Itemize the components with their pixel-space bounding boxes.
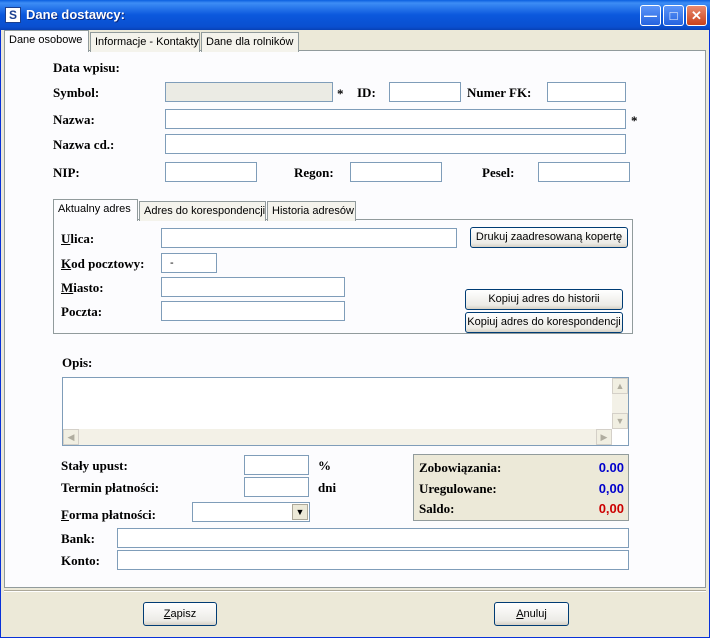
regon-input[interactable] xyxy=(350,162,442,182)
numer-fk-input[interactable] xyxy=(547,82,626,102)
kod-pocztowy-label: Kod pocztowy: xyxy=(61,256,145,271)
ulica-input[interactable] xyxy=(161,228,457,248)
scroll-down-icon[interactable]: ▼ xyxy=(612,413,628,429)
copy-to-correspondence-button[interactable]: Kopiuj adres do korespondencji xyxy=(465,312,623,333)
scroll-left-icon[interactable]: ◀ xyxy=(63,429,79,445)
save-button[interactable]: Zapisz xyxy=(143,602,217,626)
tab-aktualny-adres[interactable]: Aktualny adres xyxy=(53,199,138,221)
minimize-button[interactable]: — xyxy=(640,5,661,26)
close-icon: ✕ xyxy=(691,8,702,23)
bank-input[interactable] xyxy=(117,528,629,548)
app-icon: S xyxy=(5,7,21,23)
data-wpisu-label: Data wpisu: xyxy=(53,60,120,75)
opis-label: Opis: xyxy=(62,355,93,370)
maximize-icon: □ xyxy=(669,8,678,23)
kod-pocztowy-input[interactable]: - xyxy=(161,253,217,273)
konto-input[interactable] xyxy=(117,550,629,570)
termin-unit: dni xyxy=(318,480,337,495)
upust-unit: % xyxy=(318,458,331,473)
dropdown-arrow-icon[interactable]: ▼ xyxy=(292,504,308,520)
bottom-separator xyxy=(4,590,706,592)
nip-label: NIP: xyxy=(53,165,80,180)
id-label: ID: xyxy=(357,85,376,100)
konto-label: Konto: xyxy=(61,553,100,568)
pesel-input[interactable] xyxy=(538,162,630,182)
id-input[interactable] xyxy=(389,82,461,102)
uregulowane-label: Uregulowane: xyxy=(419,481,497,496)
zobowiazania-label: Zobowiązania: xyxy=(419,460,502,475)
copy-to-history-button[interactable]: Kopiuj adres do historii xyxy=(465,289,623,310)
staly-upust-label: Stały upust: xyxy=(61,458,128,473)
symbol-input[interactable] xyxy=(165,82,333,102)
miasto-input[interactable] xyxy=(161,277,345,297)
termin-platnosci-input[interactable] xyxy=(244,477,309,497)
staly-upust-input[interactable] xyxy=(244,455,309,475)
zobowiazania-value: 0.00 xyxy=(598,460,624,475)
miasto-label: Miasto: xyxy=(61,280,104,295)
close-button[interactable]: ✕ xyxy=(686,5,707,26)
cancel-button[interactable]: Anuluj xyxy=(494,602,569,626)
opis-horizontal-scrollbar[interactable] xyxy=(63,429,612,445)
forma-platnosci-label: Forma płatności: xyxy=(61,507,156,522)
tab-adres-do-korespondencji[interactable]: Adres do korespondencji xyxy=(139,201,266,221)
ulica-label: Ulica: xyxy=(61,231,95,246)
symbol-required-mark: * xyxy=(337,86,344,101)
symbol-label: Symbol: xyxy=(53,85,100,100)
saldo-label: Saldo: xyxy=(419,501,455,516)
nip-input[interactable] xyxy=(165,162,257,182)
print-envelope-button[interactable]: Drukuj zaadresowaną kopertę xyxy=(470,227,628,248)
tab-dane-osobowe[interactable]: Dane osobowe xyxy=(4,30,89,52)
saldo-value: 0,00 xyxy=(598,501,624,516)
nazwa-cd-input[interactable] xyxy=(165,134,626,154)
nazwa-input[interactable] xyxy=(165,109,626,129)
maximize-button[interactable]: □ xyxy=(663,5,684,26)
regon-label: Regon: xyxy=(294,165,334,180)
pesel-label: Pesel: xyxy=(482,165,515,180)
minimize-icon: — xyxy=(644,8,657,23)
poczta-input[interactable] xyxy=(161,301,345,321)
tab-historia-adresow[interactable]: Historia adresów xyxy=(267,201,356,221)
nazwa-label: Nazwa: xyxy=(53,112,95,127)
tab-dane-dla-rolnikow[interactable]: Dane dla rolników xyxy=(201,32,299,52)
scroll-right-icon[interactable]: ▶ xyxy=(596,429,612,445)
nazwa-required-mark: * xyxy=(631,113,638,128)
window-title: Dane dostawcy: xyxy=(26,7,125,22)
poczta-label: Poczta: xyxy=(61,304,103,319)
tab-informacje-kontakty[interactable]: Informacje - Kontakty xyxy=(90,32,200,52)
numer-fk-label: Numer FK: xyxy=(467,85,532,100)
bank-label: Bank: xyxy=(61,531,95,546)
nazwa-cd-label: Nazwa cd.: xyxy=(53,137,115,152)
uregulowane-value: 0,00 xyxy=(598,481,624,496)
termin-platnosci-label: Termin płatności: xyxy=(61,480,160,495)
scroll-up-icon[interactable]: ▲ xyxy=(612,378,628,394)
